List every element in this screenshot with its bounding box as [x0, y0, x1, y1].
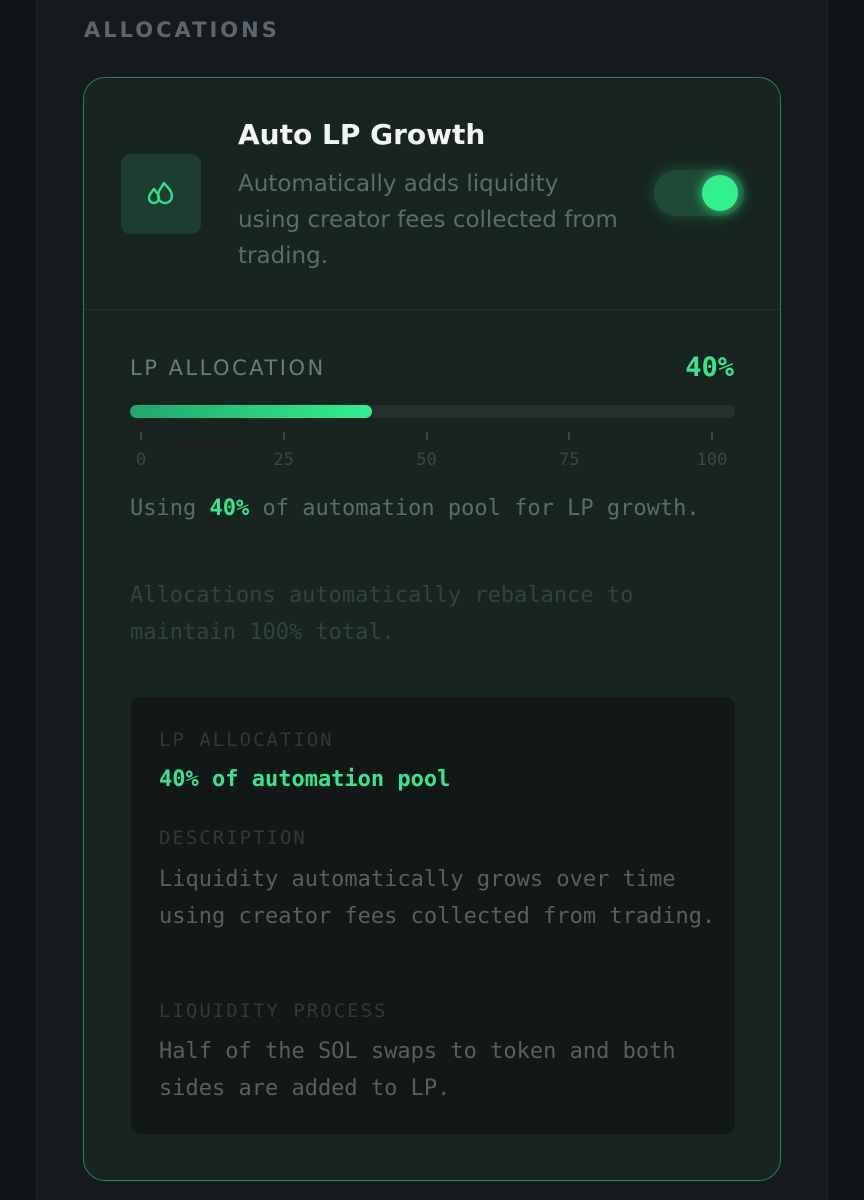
slider-tick	[282, 432, 285, 440]
slider-tick-label: 0	[135, 450, 147, 470]
auto-lp-card: Auto LP Growth Automatically adds liquid…	[83, 77, 781, 1181]
slider-tick	[711, 432, 713, 440]
slider-tick-label: 25	[273, 450, 294, 470]
info-process-value: Half of the SOL swaps to token and both …	[159, 1039, 676, 1101]
lp-allocation-value: 40%	[685, 352, 734, 383]
card-description: Automatically adds liquidity using creat…	[238, 171, 618, 269]
slider-fill	[130, 405, 372, 418]
info-lp-key: LP ALLOCATION	[159, 729, 334, 751]
info-description-value: Liquidity automatically grows over time …	[159, 867, 716, 929]
usage-value: 40%	[209, 496, 250, 521]
usage-summary: Using 40% of automation pool for LP grow…	[130, 496, 700, 521]
slider-tick	[140, 432, 142, 440]
slider-tick-label: 100	[696, 450, 728, 470]
lp-allocation-label: LP ALLOCATION	[130, 356, 326, 380]
slider-tick-label: 75	[559, 450, 580, 470]
slider-tick	[568, 432, 571, 440]
info-box: LP ALLOCATION 40% of automation pool DES…	[131, 697, 735, 1134]
slider-tick-label: 50	[416, 450, 437, 470]
droplets-icon	[121, 154, 201, 234]
card-title: Auto LP Growth	[238, 118, 486, 151]
info-description-key: DESCRIPTION	[159, 827, 307, 849]
info-process-key: LIQUIDITY PROCESS	[159, 1000, 388, 1022]
info-lp-value: 40% of automation pool	[159, 767, 451, 792]
card-header: Auto LP Growth Automatically adds liquid…	[84, 78, 780, 310]
auto-lp-toggle[interactable]	[654, 170, 744, 216]
rebalance-note: Allocations automatically rebalance to m…	[130, 583, 634, 645]
section-title: ALLOCATIONS	[84, 18, 280, 42]
lp-allocation-slider[interactable]	[130, 405, 735, 418]
slider-tick	[425, 432, 428, 440]
toggle-knob	[702, 175, 738, 211]
